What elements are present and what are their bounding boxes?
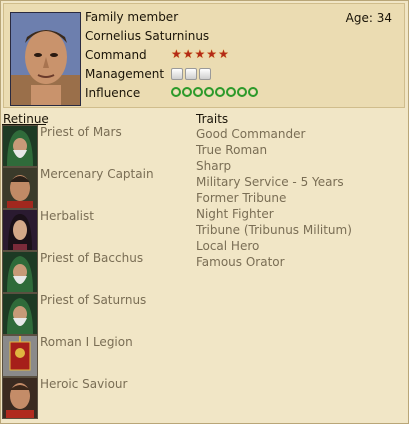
- star-icon: ★: [171, 47, 182, 61]
- retinue-item-icon[interactable]: [2, 167, 38, 209]
- laurel-icon: [215, 87, 225, 97]
- character-name: Cornelius Saturninus: [85, 29, 210, 43]
- retinue-item-label: Priest of Bacchus: [40, 251, 144, 265]
- influence-laurels: [171, 87, 258, 97]
- trait-item[interactable]: Famous Orator: [196, 254, 352, 270]
- management-label: Management: [85, 67, 165, 81]
- trait-item[interactable]: Local Hero: [196, 238, 352, 254]
- laurel-icon: [204, 87, 214, 97]
- character-age: Age: 34: [345, 11, 392, 25]
- scroll-icon: [185, 68, 197, 80]
- retinue-item-icon[interactable]: [2, 209, 38, 251]
- scroll-icon: [199, 68, 211, 80]
- trait-item[interactable]: Sharp: [196, 158, 352, 174]
- star-icon: ★: [218, 47, 229, 61]
- character-header: Family member Age: 34 Cornelius Saturnin…: [3, 3, 405, 108]
- retinue-item-label: Heroic Saviour: [40, 377, 128, 391]
- character-role: Family member: [85, 10, 179, 24]
- traits-title: Traits: [196, 112, 229, 126]
- scroll-icon: [171, 68, 183, 80]
- laurel-icon: [193, 87, 203, 97]
- laurel-icon: [171, 87, 181, 97]
- laurel-icon: [237, 87, 247, 97]
- retinue-item-icon[interactable]: [2, 125, 38, 167]
- retinue-item-label: Mercenary Captain: [40, 167, 154, 181]
- command-stars: ★ ★ ★ ★ ★: [171, 48, 229, 60]
- legion-standard-icon: [3, 336, 37, 376]
- retinue-item-icon[interactable]: [2, 335, 38, 377]
- trait-item[interactable]: Night Fighter: [196, 206, 352, 222]
- trait-item[interactable]: True Roman: [196, 142, 352, 158]
- retinue-item-icon[interactable]: [2, 377, 38, 419]
- priest-hooded-icon: [3, 252, 37, 292]
- retinue-item-icon[interactable]: [2, 251, 38, 293]
- character-portrait: [10, 12, 81, 106]
- herbalist-portrait-icon: [3, 210, 37, 250]
- trait-item[interactable]: Military Service - 5 Years: [196, 174, 352, 190]
- trait-item[interactable]: Former Tribune: [196, 190, 352, 206]
- command-label: Command: [85, 48, 147, 62]
- retinue-item-label: Herbalist: [40, 209, 94, 223]
- priest-hooded-icon: [3, 126, 37, 166]
- soldier-portrait-icon: [3, 378, 37, 418]
- laurel-icon: [182, 87, 192, 97]
- priest-hooded-icon: [3, 294, 37, 334]
- retinue-item-icon[interactable]: [2, 293, 38, 335]
- retinue-item-label: Roman I Legion: [40, 335, 133, 349]
- laurel-icon: [226, 87, 236, 97]
- retinue-item-label: Priest of Mars: [40, 125, 122, 139]
- traits-list: Good Commander True Roman Sharp Military…: [196, 126, 352, 270]
- management-scrolls: [171, 68, 211, 80]
- star-icon: ★: [194, 47, 206, 61]
- influence-label: Influence: [85, 86, 141, 100]
- retinue-item-label: Priest of Saturnus: [40, 293, 147, 307]
- trait-item[interactable]: Good Commander: [196, 126, 352, 142]
- mercenary-portrait-icon: [3, 168, 37, 208]
- star-icon: ★: [182, 47, 194, 61]
- star-icon: ★: [206, 47, 218, 61]
- trait-item[interactable]: Tribune (Tribunus Militum): [196, 222, 352, 238]
- laurel-icon: [248, 87, 258, 97]
